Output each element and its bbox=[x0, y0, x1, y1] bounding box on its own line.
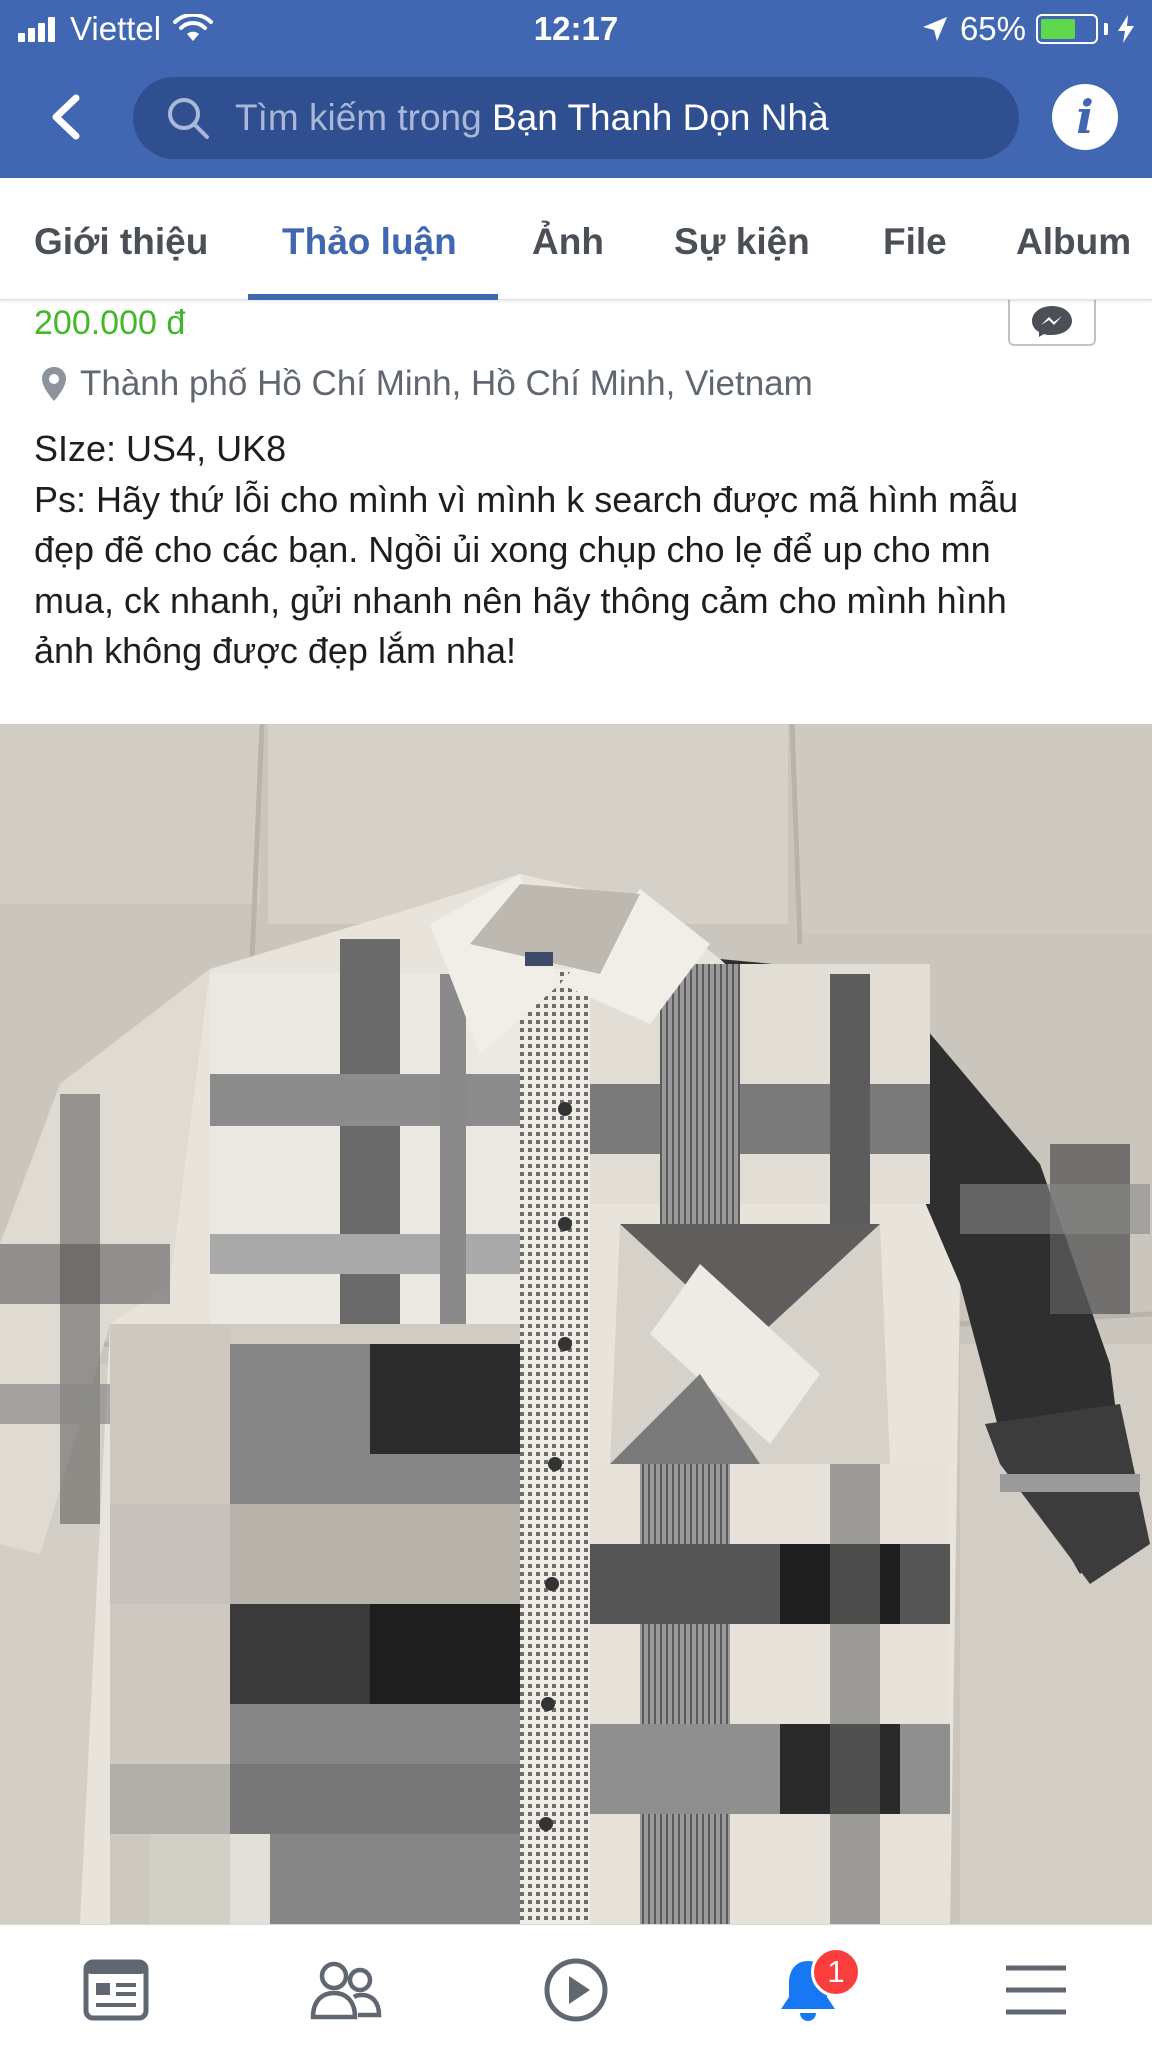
news-feed-icon bbox=[83, 1959, 149, 2021]
tab-thao-luan[interactable]: Thảo luận bbox=[282, 178, 457, 300]
battery-icon bbox=[1036, 14, 1098, 44]
description-line: đẹp đẽ cho các bạn. Ngồi ủi xong chụp ch… bbox=[34, 529, 991, 570]
battery-percent: 65% bbox=[959, 10, 1026, 47]
bottom-navigation: 1 bbox=[0, 1924, 1152, 2048]
location-arrow-icon bbox=[922, 17, 947, 41]
search-icon bbox=[168, 98, 209, 139]
location-text: Thành phố Hồ Chí Minh, Hồ Chí Minh, Viet… bbox=[80, 364, 813, 403]
description-line: Ps: Hãy thứ lỗi cho mình vì mình k searc… bbox=[34, 478, 1019, 520]
battery-level-fill bbox=[1041, 19, 1075, 39]
search-text: Tìm kiếm trong Bạn Thanh Dọn Nhà bbox=[235, 97, 829, 139]
post-description: SIze: US4, UK8 Ps: Hãy thứ lỗi cho mình … bbox=[34, 424, 1134, 677]
groups-icon bbox=[310, 1961, 382, 2020]
battery-tip bbox=[1104, 23, 1108, 35]
tab-su-kien[interactable]: Sự kiện bbox=[674, 178, 810, 300]
charging-bolt-icon bbox=[1118, 15, 1134, 43]
description-line: SIze: US4, UK8 bbox=[34, 428, 287, 469]
info-icon: i bbox=[1076, 90, 1094, 144]
tab-gioi-thieu[interactable]: Giới thiệu bbox=[34, 178, 208, 300]
message-seller-button[interactable] bbox=[1008, 300, 1096, 346]
post-photo[interactable] bbox=[0, 724, 1152, 1924]
tab-file[interactable]: File bbox=[883, 178, 947, 300]
plaid-shirt-photo bbox=[0, 724, 1152, 1924]
price: 200.000 đ bbox=[34, 304, 186, 342]
status-right: 65% bbox=[920, 10, 1136, 48]
watch-play-icon bbox=[544, 1958, 608, 2022]
groups-tab[interactable] bbox=[306, 1955, 386, 2025]
group-tabs: Giới thiệu Thảo luận Ảnh Sự kiện File Al… bbox=[0, 178, 1152, 300]
search-group-name: Bạn Thanh Dọn Nhà bbox=[492, 97, 829, 138]
search-placeholder: Tìm kiếm trong bbox=[235, 97, 482, 138]
post-content: 200.000 đ Thành phố Hồ Chí Minh, Hồ Chí … bbox=[0, 300, 1152, 724]
location-pin-icon bbox=[42, 367, 66, 401]
messenger-icon bbox=[1032, 306, 1072, 337]
info-button[interactable]: i bbox=[1052, 84, 1118, 150]
chevron-left-icon bbox=[52, 94, 80, 140]
active-tab-indicator bbox=[248, 294, 498, 300]
back-button[interactable] bbox=[40, 88, 90, 146]
menu-tab[interactable] bbox=[996, 1955, 1076, 2025]
status-bar: Viettel 12:17 65% bbox=[0, 0, 1152, 58]
tab-anh[interactable]: Ảnh bbox=[532, 178, 604, 300]
location-row: Thành phố Hồ Chí Minh, Hồ Chí Minh, Viet… bbox=[40, 364, 813, 404]
search-input[interactable]: Tìm kiếm trong Bạn Thanh Dọn Nhà bbox=[133, 77, 1019, 159]
top-bar: Viettel 12:17 65% Tìm kiếm trong Bạn Tha… bbox=[0, 0, 1152, 178]
watch-tab[interactable] bbox=[536, 1955, 616, 2025]
news-feed-tab[interactable] bbox=[76, 1955, 156, 2025]
menu-icon bbox=[1006, 1965, 1066, 2015]
description-line: mua, ck nhanh, gửi nhanh nên hãy thông c… bbox=[34, 579, 1007, 621]
notification-badge: 1 bbox=[811, 1947, 861, 1997]
description-line: ảnh không được đẹp lắm nha! bbox=[34, 630, 517, 671]
tab-album[interactable]: Album bbox=[1016, 178, 1131, 300]
